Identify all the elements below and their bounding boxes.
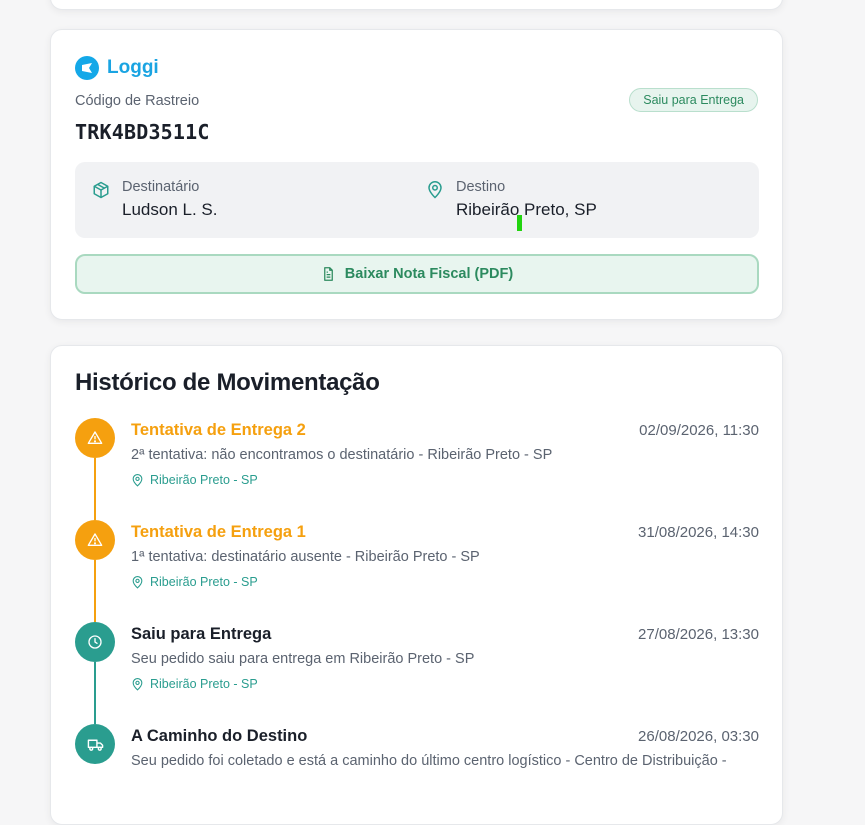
truck-icon bbox=[75, 724, 115, 764]
alert-triangle-icon bbox=[75, 418, 115, 458]
shipment-card: Loggi Código de Rastreio TRK4BD3511C Sai… bbox=[50, 29, 783, 320]
download-invoice-button[interactable]: Baixar Nota Fiscal (PDF) bbox=[75, 254, 759, 294]
event-description: 1ª tentativa: destinatário ausente - Rib… bbox=[131, 549, 480, 565]
event-date: 27/08/2026, 13:30 bbox=[638, 626, 759, 643]
text-cursor bbox=[517, 215, 522, 231]
event-title: Tentativa de Entrega 1 bbox=[131, 523, 306, 541]
event-location-text: Ribeirão Preto - SP bbox=[150, 575, 258, 589]
destination-label: Destino bbox=[456, 179, 506, 195]
file-text-icon bbox=[323, 267, 333, 281]
carrier: Loggi bbox=[75, 56, 159, 80]
alert-triangle-icon bbox=[75, 520, 115, 560]
event-description: 2ª tentativa: não encontramos o destinat… bbox=[131, 447, 553, 463]
history-card: Histórico de Movimentação Tentativa de E… bbox=[50, 345, 783, 825]
carrier-name: Loggi bbox=[107, 57, 159, 78]
event-date: 02/09/2026, 11:30 bbox=[639, 422, 759, 439]
map-pin-icon bbox=[132, 473, 143, 487]
event-location: Ribeirão Preto - SP bbox=[131, 575, 258, 589]
timeline-event: Tentativa de Entrega 1 31/08/2026, 14:30… bbox=[75, 520, 759, 620]
event-date: 26/08/2026, 03:30 bbox=[638, 728, 759, 745]
carrier-logo-icon bbox=[75, 56, 99, 80]
map-pin-icon bbox=[426, 181, 444, 204]
event-description: Seu pedido foi coletado e está a caminho… bbox=[131, 753, 727, 769]
timeline-event: Saiu para Entrega 27/08/2026, 13:30 Seu … bbox=[75, 622, 759, 722]
recipient-label: Destinatário bbox=[122, 179, 200, 195]
map-pin-icon bbox=[132, 677, 143, 691]
event-location: Ribeirão Preto - SP bbox=[131, 473, 258, 487]
event-description: Seu pedido saiu para entrega em Ribeirão… bbox=[131, 651, 475, 667]
package-icon bbox=[92, 181, 110, 204]
event-title: Tentativa de Entrega 2 bbox=[131, 421, 306, 439]
event-location-text: Ribeirão Preto - SP bbox=[150, 677, 258, 691]
destination-value: Ribeirão Preto, SP bbox=[456, 200, 597, 219]
event-location-text: Ribeirão Preto - SP bbox=[150, 473, 258, 487]
history-title: Histórico de Movimentação bbox=[75, 369, 380, 396]
timeline-event: A Caminho do Destino 26/08/2026, 03:30 S… bbox=[75, 724, 759, 824]
map-pin-icon bbox=[132, 575, 143, 589]
recipient-value: Ludson L. S. bbox=[122, 200, 218, 219]
tracking-code: TRK4BD3511C bbox=[75, 120, 210, 144]
tracking-label: Código de Rastreio bbox=[75, 93, 200, 109]
event-title: Saiu para Entrega bbox=[131, 625, 272, 643]
status-badge: Saiu para Entrega bbox=[629, 88, 758, 112]
event-date: 31/08/2026, 14:30 bbox=[638, 524, 759, 541]
download-invoice-label: Baixar Nota Fiscal (PDF) bbox=[344, 266, 514, 282]
event-title: A Caminho do Destino bbox=[131, 727, 308, 745]
previous-card bbox=[50, 0, 783, 10]
timeline-event: Tentativa de Entrega 2 02/09/2026, 11:30… bbox=[75, 418, 759, 518]
clock-icon bbox=[75, 622, 115, 662]
delivery-info-box: Destinatário Ludson L. S. Destino Ribeir… bbox=[75, 162, 759, 238]
event-location: Ribeirão Preto - SP bbox=[131, 677, 258, 691]
